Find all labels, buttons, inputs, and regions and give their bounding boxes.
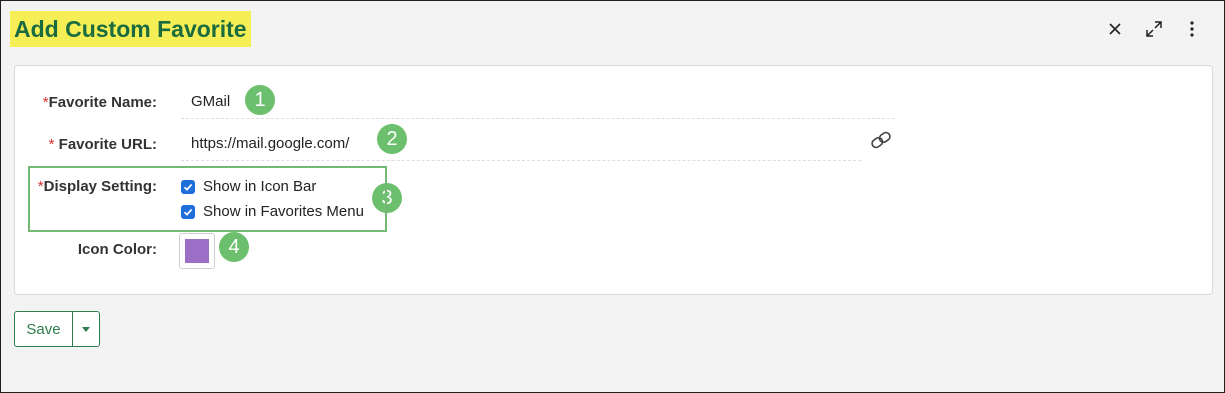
favorite-name-label: *Favorite Name: [42, 94, 157, 111]
more-vertical-icon [1190, 21, 1194, 37]
save-button-group: Save [14, 311, 100, 347]
dialog-window: Add Custom Favorite *Favorite Name: GMai… [0, 0, 1225, 393]
icon-color-swatch [185, 239, 209, 263]
icon-color-label: Icon Color: [77, 241, 157, 258]
close-button[interactable] [1101, 15, 1129, 43]
icon-color-picker[interactable] [179, 233, 215, 269]
expand-icon [1146, 21, 1162, 37]
step-badge-1: 1 [245, 85, 275, 115]
more-options-button[interactable] [1178, 15, 1206, 43]
close-icon [1109, 23, 1121, 35]
favorite-url-label: * Favorite URL: [48, 136, 157, 153]
display-setting-highlight [28, 166, 387, 232]
favorite-name-underline [181, 118, 895, 119]
step-badge-4: 4 [219, 232, 249, 262]
favorite-url-input[interactable]: https://mail.google.com/ [191, 135, 349, 152]
favorite-url-underline [181, 160, 861, 161]
save-button[interactable]: Save [15, 312, 73, 346]
caret-down-icon [82, 326, 90, 332]
open-link-button[interactable] [868, 128, 894, 152]
expand-button[interactable] [1140, 15, 1168, 43]
link-icon [871, 131, 891, 149]
dialog-title: Add Custom Favorite [10, 11, 251, 47]
favorite-name-input[interactable]: GMail [191, 93, 230, 110]
save-dropdown-button[interactable] [73, 312, 99, 346]
step-badge-2: 2 [377, 124, 407, 154]
